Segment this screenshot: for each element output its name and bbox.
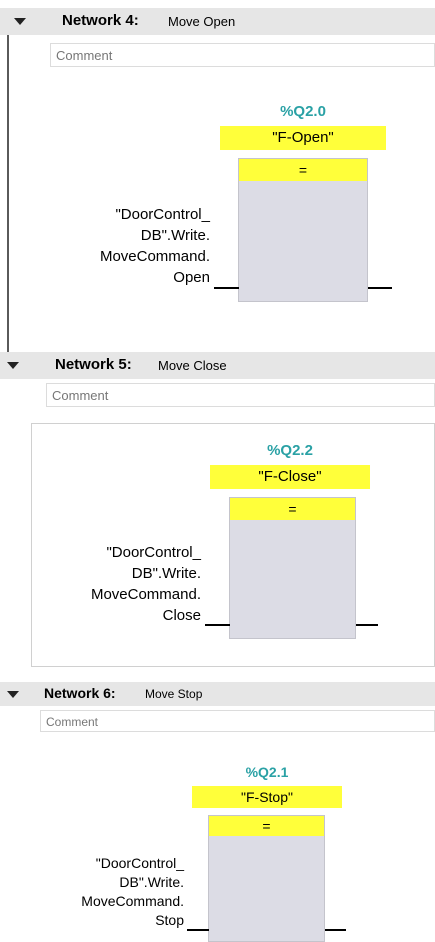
network-5-address: %Q2.2 [267, 442, 313, 459]
network-4-address: %Q2.0 [280, 103, 326, 120]
network-4-input-wire [214, 287, 239, 289]
network-6-operand[interactable]: "DoorControl_ DB".Write. MoveCommand. St… [30, 854, 184, 930]
network-5-comment-field[interactable]: Comment [46, 383, 435, 407]
operand-line: DB".Write. [140, 227, 210, 244]
collapse-triangle-icon[interactable] [7, 362, 19, 369]
operand-line: Stop [155, 912, 184, 928]
network-6-operator: = [209, 816, 324, 836]
operand-line: DB".Write. [119, 874, 184, 890]
network-4-coil-box[interactable]: = [238, 158, 368, 302]
network-4-output-wire [368, 287, 392, 289]
network-6-input-wire [187, 929, 209, 931]
network-5-output-wire [356, 624, 378, 626]
operand-line: "DoorControl_ [106, 544, 201, 561]
operand-line: DB".Write. [131, 565, 201, 582]
network-4-operand[interactable]: "DoorControl_ DB".Write. MoveCommand. Op… [40, 204, 210, 288]
network-6-header[interactable]: Network 6: Move Stop [0, 682, 435, 706]
operand-line: MoveCommand. [90, 586, 201, 603]
network-6-comment-field[interactable]: Comment [40, 710, 435, 732]
network-5-coil-box[interactable]: = [229, 497, 356, 639]
network-5-name[interactable]: Move Close [158, 358, 227, 373]
network-6-coil-box[interactable]: = [208, 815, 325, 942]
network-5-operator: = [230, 498, 355, 520]
network-5-input-wire [205, 624, 230, 626]
operand-line: "DoorControl_ [115, 206, 210, 223]
network-4-operator: = [239, 159, 367, 181]
network-5-title: Network 5: [55, 356, 132, 373]
network-6-output-wire [325, 929, 346, 931]
network-4-header[interactable]: Network 4: Move Open [0, 8, 435, 35]
collapse-triangle-icon[interactable] [14, 18, 26, 25]
collapse-triangle-icon[interactable] [7, 691, 19, 698]
network-6-tag[interactable]: "F-Stop" [192, 786, 342, 808]
network-4-tag[interactable]: "F-Open" [220, 126, 386, 150]
operand-line: MoveCommand. [81, 893, 184, 909]
operand-line: Open [173, 269, 210, 286]
operand-line: Close [162, 607, 201, 624]
network-5-tag[interactable]: "F-Close" [210, 465, 370, 489]
network-5-header[interactable]: Network 5: Move Close [0, 352, 435, 379]
network-6-address: %Q2.1 [245, 764, 289, 780]
operand-line: "DoorControl_ [95, 855, 184, 871]
network-4-title: Network 4: [62, 12, 139, 29]
network-4-comment-field[interactable]: Comment [50, 43, 435, 67]
operand-line: MoveCommand. [99, 248, 210, 265]
network-5-operand[interactable]: "DoorControl_ DB".Write. MoveCommand. Cl… [30, 542, 201, 626]
network-6-name[interactable]: Move Stop [145, 687, 202, 701]
network-4-power-rail [7, 35, 9, 357]
network-6-title: Network 6: [44, 685, 116, 701]
network-4-name[interactable]: Move Open [168, 14, 235, 29]
